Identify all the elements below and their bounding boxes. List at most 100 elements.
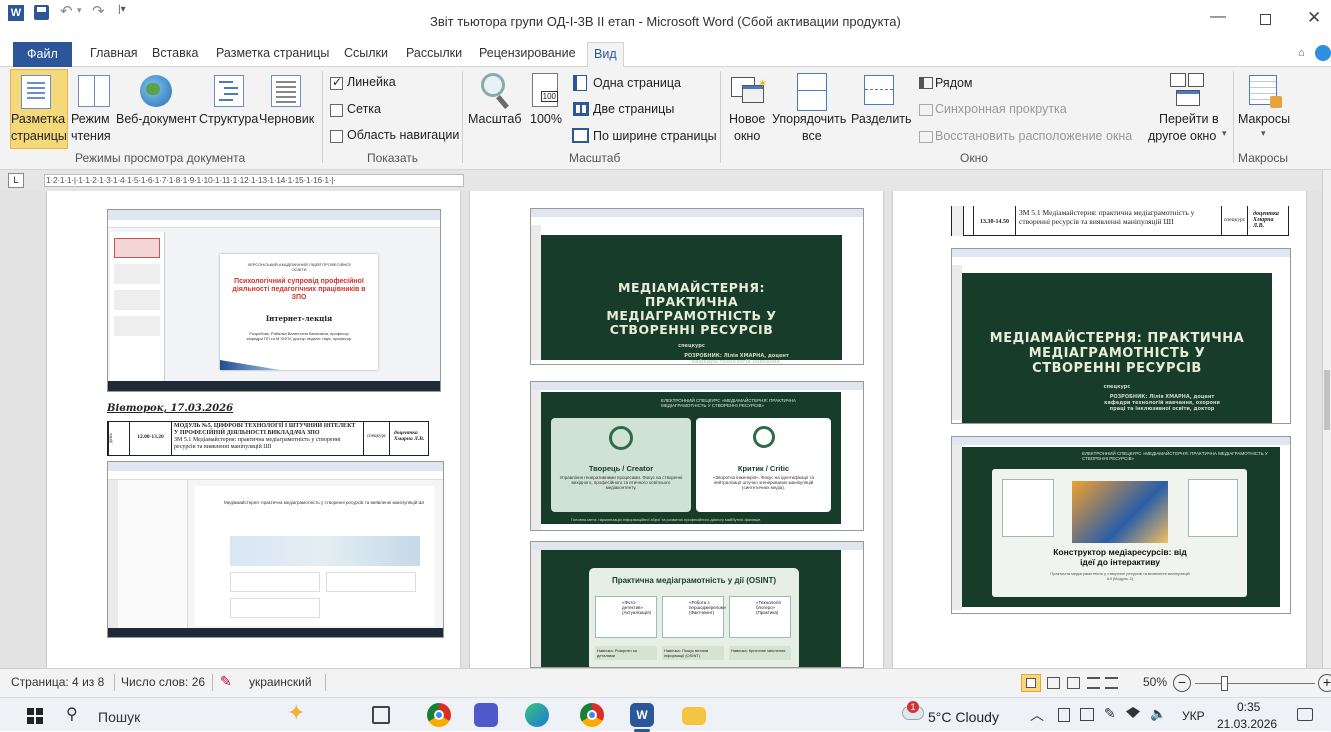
ruler-label[interactable]: Линейка [347,74,396,91]
web-view-icon[interactable] [1067,677,1080,689]
undo-icon[interactable]: ↶ [60,2,73,20]
windows-start-icon[interactable] [27,708,43,724]
print-layout-view-icon[interactable] [1021,674,1041,692]
draft-view-icon[interactable] [1105,677,1118,689]
outline-icon[interactable] [214,75,244,107]
quick-access-customize-icon[interactable]: |▾ [118,4,126,15]
zoom-out-button[interactable]: − [1173,674,1191,692]
horizontal-ruler[interactable]: L 1·2·1·1·|·1·1·2·1·3·1·4·1·5·1·6·1·7·1·… [0,170,1331,191]
arrange-all-icon[interactable] [797,73,827,111]
draft-icon[interactable] [271,75,301,107]
outline-view-icon[interactable] [1087,677,1100,689]
taskbar-search-label[interactable]: Пошук [98,709,140,725]
clock-date[interactable]: 21.03.2026 [1217,717,1277,731]
document-page-3[interactable]: 13.30-14.50 ЗМ 5.1 Медіамайстерня: практ… [893,191,1306,668]
reading-mode-icon[interactable] [78,75,110,107]
zoom-slider-thumb[interactable] [1221,676,1228,691]
tab-insert[interactable]: Вставка [152,46,198,66]
task-view-icon[interactable] [372,706,390,724]
tab-review[interactable]: Рецензирование [479,46,576,66]
tab-selector-icon[interactable]: L [8,173,24,188]
side-by-side-icon[interactable] [919,77,933,89]
word-app-icon[interactable]: W [8,5,24,21]
switch-window-label-1[interactable]: Перейти в [1159,111,1219,128]
weather-text[interactable]: 5°C Cloudy [928,709,999,725]
tab-file[interactable]: Файл [13,42,72,67]
tab-view[interactable]: Вид [587,42,624,68]
redo-icon[interactable]: ↷ [92,2,105,20]
document-page-2[interactable]: МЕДІАМАЙСТЕРНЯ: ПРАКТИЧНА МЕДІАГРАМОТНІС… [470,191,883,668]
help-icon[interactable] [1315,45,1331,61]
two-pages-icon[interactable] [573,102,589,116]
document-page-1[interactable]: ХЕРСОНСЬКИЙ АКАДЕМІЧНИЙ ЛІЦЕЙ ПРОФЕСІЙНО… [47,191,460,668]
page-width-icon[interactable] [572,128,589,143]
spellcheck-icon[interactable]: ✎ [220,673,232,690]
zoom-in-button[interactable]: + [1318,674,1331,692]
one-page-icon[interactable] [573,75,587,91]
reading-view-icon[interactable] [1047,677,1060,689]
save-icon[interactable] [34,5,49,20]
tab-page-layout[interactable]: Разметка страницы [216,46,329,66]
switch-window-icon[interactable] [1170,73,1206,107]
page-width-label[interactable]: По ширине страницы [593,128,717,145]
side-by-side-label[interactable]: Рядом [935,75,973,92]
tab-mailings[interactable]: Рассылки [406,46,462,66]
language[interactable]: украинский [249,675,312,689]
vertical-scrollbar[interactable] [1322,170,1331,668]
pen-icon[interactable]: ✎ [1104,705,1116,722]
grid-checkbox[interactable] [330,104,343,117]
document-area[interactable]: ХЕРСОНСЬКИЙ АКАДЕМІЧНИЙ ЛІЦЕЙ ПРОФЕСІЙНО… [0,191,1322,668]
close-button[interactable]: ✕ [1307,8,1321,28]
one-page-label[interactable]: Одна страница [593,75,681,92]
search-icon[interactable]: ⚲ [66,704,78,724]
dropdown-arrow-icon[interactable]: ▾ [1222,128,1227,139]
teams-icon[interactable] [474,703,498,727]
scroll-thumb[interactable] [1324,370,1330,430]
nav-pane-checkbox[interactable] [330,130,343,143]
copilot-sparkle-icon[interactable]: ✦ [287,700,305,726]
file-explorer-icon[interactable] [682,707,706,725]
arrange-all-label-1[interactable]: Упорядочить [772,111,846,128]
input-language[interactable]: УКР [1182,709,1205,723]
macros-icon[interactable] [1249,75,1282,108]
grid-label[interactable]: Сетка [347,101,381,118]
show-hidden-icons[interactable]: ︿ [1030,705,1044,725]
web-layout-label[interactable]: Веб-документ [116,111,197,128]
page-count[interactable]: Страница: 4 из 8 [11,675,104,689]
zoom-slider-track[interactable] [1195,683,1315,684]
tray-icon-1[interactable] [1058,708,1070,722]
nav-pane-label[interactable]: Область навигации [347,127,459,144]
zoom-100-icon[interactable]: 100 [532,73,558,107]
volume-icon[interactable]: 🔈 [1150,706,1166,722]
restore-button[interactable] [1260,14,1271,25]
reading-mode-label-1: Режим [71,112,110,126]
zoom-percent[interactable]: 50% [1143,675,1167,689]
split-icon[interactable] [864,75,894,105]
zoom-magnifier-icon[interactable] [481,73,505,97]
word-taskbar-icon[interactable]: W [630,703,654,727]
clock-time[interactable]: 0:35 [1237,700,1260,714]
macros-label[interactable]: Макросы [1238,111,1290,128]
web-layout-icon[interactable] [140,75,172,107]
tray-icon-2[interactable] [1080,708,1094,721]
word-count[interactable]: Число слов: 26 [121,675,205,689]
tab-references[interactable]: Ссылки [344,46,388,66]
two-pages-label[interactable]: Две страницы [593,101,674,118]
minimize-button[interactable]: — [1210,8,1226,26]
collapse-ribbon-icon[interactable]: ⌂ [1298,47,1305,59]
undo-dropdown-icon[interactable]: ▾ [77,5,82,16]
new-window-label-1[interactable]: Новое [729,111,765,128]
macros-dropdown-icon[interactable]: ▾ [1261,128,1266,139]
zoom-100-label[interactable]: 100% [530,111,562,128]
ruler-checkbox[interactable] [330,75,343,90]
outline-label[interactable]: Структура [199,111,258,128]
network-icon[interactable] [1126,707,1140,718]
chrome-icon[interactable] [427,703,451,727]
draft-label[interactable]: Черновик [259,111,314,128]
tab-home[interactable]: Главная [90,46,138,66]
zoom-label[interactable]: Масштаб [468,111,521,128]
notifications-icon[interactable] [1297,708,1313,721]
edge-icon[interactable] [525,703,549,727]
chrome-profile-icon[interactable] [580,703,604,727]
split-label[interactable]: Разделить [851,111,912,128]
